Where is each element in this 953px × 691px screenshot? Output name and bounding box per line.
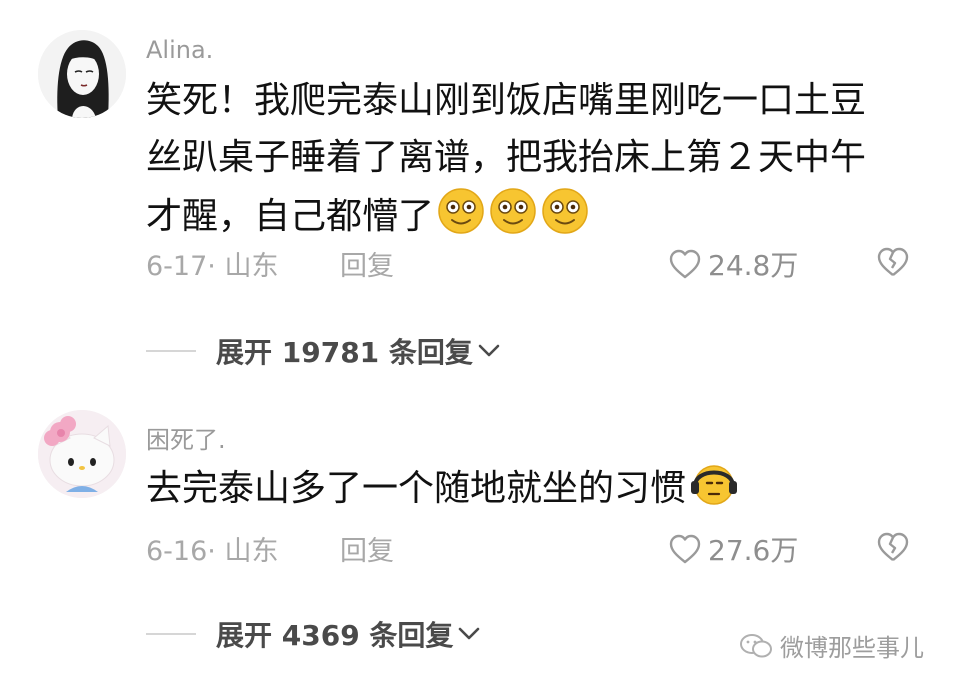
username[interactable]: 困死了. (146, 420, 226, 455)
hello-kitty-avatar-icon (38, 410, 126, 498)
girl-sketch-avatar-icon (38, 30, 126, 118)
comment-meta: 6-17· 山东 回复 (146, 244, 394, 283)
expand-replies-label: 展开 19781 条回复 (216, 336, 473, 369)
flushed-smile-emoji-icon (436, 186, 486, 253)
divider-line (146, 350, 196, 352)
broken-heart-icon (877, 247, 909, 276)
avatar[interactable] (38, 30, 126, 118)
broken-heart-icon (877, 532, 909, 561)
chevron-down-icon (459, 627, 480, 640)
comment-text-line: 笑死！我爬完泰山刚到饭店嘴里刚吃一口土豆 (146, 80, 867, 121)
reply-button[interactable]: 回复 (340, 244, 394, 283)
flushed-smile-emoji-icon (540, 186, 590, 253)
watermark-text: 微博那些事儿 (780, 634, 924, 662)
dislike-button[interactable] (876, 531, 910, 567)
like-button[interactable]: 27.6万 (668, 529, 798, 569)
watermark: 微博那些事儿 (738, 628, 924, 663)
expand-replies-button[interactable]: 展开 19781 条回复 (146, 331, 501, 371)
avatar[interactable] (38, 410, 126, 498)
dislike-button[interactable] (876, 246, 910, 282)
wechat-logo-icon (740, 633, 772, 657)
comment-text-line: 才醒，自己都懵了 (146, 186, 906, 253)
comment-text-line: 去完泰山多了一个随地就坐的习惯 (146, 458, 906, 525)
date-location: 6-16· 山东 (146, 536, 279, 567)
headphones-face-emoji-icon (688, 458, 740, 525)
reply-button[interactable]: 回复 (340, 529, 394, 568)
chevron-down-icon (478, 344, 500, 357)
expand-replies-label: 展开 4369 条回复 (216, 619, 454, 652)
date-location: 6-17· 山东 (146, 251, 279, 282)
comment-text: 笑死！我爬完泰山刚到饭店嘴里刚吃一口土豆 丝趴桌子睡着了离谱，把我抬床上第２天中… (146, 72, 906, 253)
like-count: 27.6万 (708, 534, 799, 567)
comment-text-line-content: 才醒，自己都懵了 (146, 196, 435, 237)
username[interactable]: Alina. (146, 36, 213, 64)
expand-replies-button[interactable]: 展开 4369 条回复 (146, 614, 481, 654)
flushed-smile-emoji-icon (488, 186, 538, 253)
comment-text: 去完泰山多了一个随地就坐的习惯 (146, 458, 906, 525)
like-button[interactable]: 24.8万 (668, 244, 798, 284)
comment-meta: 6-16· 山东 回复 (146, 529, 394, 568)
comment-text-line-content: 去完泰山多了一个随地就坐的习惯 (146, 468, 687, 509)
heart-icon (669, 249, 701, 279)
divider-line (146, 633, 196, 635)
comment-text-line: 丝趴桌子睡着了离谱，把我抬床上第２天中午 (146, 137, 867, 178)
heart-icon (669, 534, 701, 564)
like-count: 24.8万 (708, 249, 799, 282)
